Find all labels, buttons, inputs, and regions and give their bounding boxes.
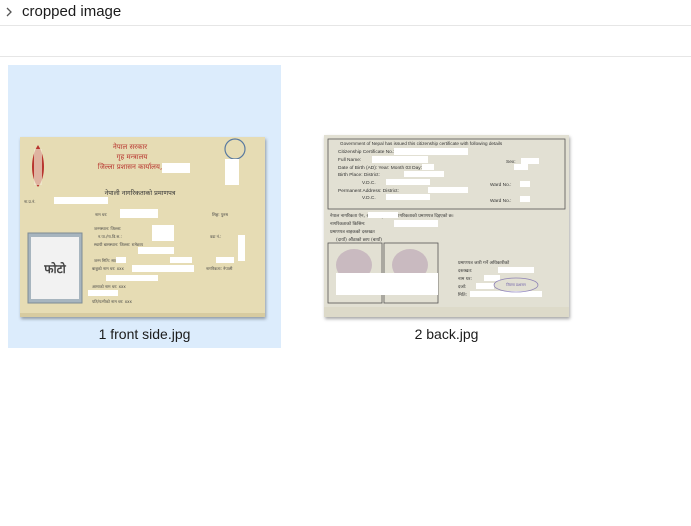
card-field: Ward No.: <box>490 198 511 204</box>
card-line: दस्तखत: <box>458 269 472 274</box>
card-line: पति/पत्नीको नाम थर: xxx <box>92 299 133 304</box>
card-line: वडा नं.: <box>210 234 222 239</box>
card-field: Citizenship Certificate No.: <box>338 149 395 155</box>
card-line: दर्जा: <box>458 283 466 290</box>
card-field: Permanent Address: District: <box>338 188 399 194</box>
photo-placeholder: फोटो <box>43 262 66 276</box>
card-heading: Government of Nepal has issued this citi… <box>340 141 503 146</box>
card-field: Ward No.: <box>490 182 511 188</box>
divider <box>0 56 691 57</box>
file-name-label[interactable]: 2 back.jpg <box>310 326 583 342</box>
card-title: नेपाली नागरिकताको प्रमाणपत्र <box>105 189 176 197</box>
card-line: नागरिकताको किसिम: <box>330 220 365 227</box>
chevron-right-icon[interactable] <box>4 6 14 18</box>
card-line: नाम थर: <box>95 212 107 217</box>
thumbnail-front[interactable]: नेपाल सरकार गृह मन्त्रालय जिल्ला प्रशासन… <box>20 137 265 317</box>
citizenship-front-image: नेपाल सरकार गृह मन्त्रालय जिल्ला प्रशासन… <box>20 137 265 317</box>
card-field: Full Name: <box>338 157 361 163</box>
card-line: मिति: <box>458 291 467 298</box>
card-line: जन्मस्थान: जिल्ला: <box>94 226 121 231</box>
card-field: Birth Place: District: <box>338 172 380 178</box>
thumbnail-back[interactable]: Government of Nepal has issued this citi… <box>324 135 569 317</box>
file-tile-front[interactable]: नेपाल सरकार गृह मन्त्रालय जिल्ला प्रशासन… <box>8 65 281 348</box>
folder-title[interactable]: cropped image <box>22 3 121 20</box>
card-line: आमाको नाम थर: xxx <box>92 284 126 289</box>
card-line: प्रमाणपत्र बाहकको दस्तखत <box>330 228 375 235</box>
card-line: ना.प्र.नं. <box>24 199 36 204</box>
card-line: जन्म मिति: साल <box>94 258 118 263</box>
card-heading-1: नेपाल सरकार <box>113 142 147 151</box>
citizenship-back-image: Government of Nepal has issued this citi… <box>324 135 569 317</box>
file-tile-back[interactable]: Government of Nepal has issued this citi… <box>310 65 583 348</box>
card-line: न.पा./गा.वि.स.: <box>98 234 122 239</box>
card-heading-3: जिल्ला प्रशासन कार्यालय, <box>98 162 162 171</box>
card-line: (दायाँ) औंठाको छाप (बायाँ) <box>336 236 382 243</box>
breadcrumb-bar: cropped image <box>0 0 691 26</box>
card-field: V.D.C. <box>362 195 376 201</box>
card-field: Date of Birth (AD): Year: Month 03 Day: <box>338 165 422 171</box>
card-line: प्रमाणपत्र जारी गर्ने अधिकारीको <box>458 259 510 266</box>
file-name-label[interactable]: 1 front side.jpg <box>8 326 281 342</box>
card-line: नागरिकता: नेपाली <box>206 266 233 271</box>
stamp-text: जिल्ला प्रशासन <box>506 282 527 287</box>
card-line: नाम थर: <box>458 277 472 282</box>
card-line: स्थायी बासस्थान: जिल्ला: रामेछाप <box>94 242 144 247</box>
card-heading-2: गृह मन्त्रालय <box>117 153 149 161</box>
card-field: V.D.C. <box>362 180 376 186</box>
